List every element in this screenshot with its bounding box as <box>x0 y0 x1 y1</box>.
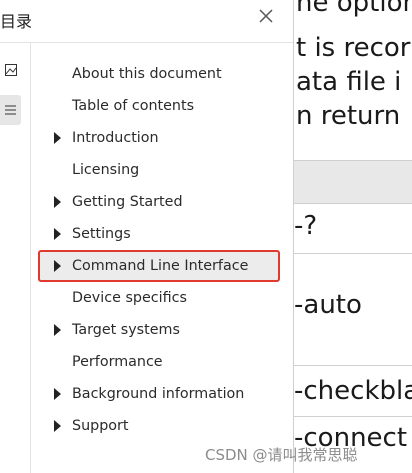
expand-arrow-icon[interactable] <box>54 228 61 240</box>
toc-panel: 目录 About this document Table of contents <box>0 0 294 473</box>
side-rail <box>0 43 31 473</box>
options-table: -? -auto -checkbla -connect <box>294 160 412 473</box>
document-view: he option t is recor ata file i n return… <box>294 0 412 473</box>
toc-item-support[interactable]: Support <box>38 410 280 442</box>
toc-item-target-systems[interactable]: Target systems <box>38 314 280 346</box>
table-row: -? <box>294 203 412 254</box>
table-row: -auto <box>294 254 412 366</box>
toc-item-table-of-contents[interactable]: Table of contents <box>38 90 280 122</box>
table-cell: -auto <box>294 290 362 320</box>
thumbnails-button[interactable] <box>0 55 21 85</box>
toc-item-label: About this document <box>72 66 222 82</box>
document-text-line: ata file i <box>296 67 402 97</box>
table-header <box>294 160 412 204</box>
toc-item-label: Target systems <box>72 322 180 338</box>
table-row: -checkbla <box>294 366 412 417</box>
toc-item-device-specifics[interactable]: Device specifics <box>38 282 280 314</box>
toc-item-command-line-interface[interactable]: Command Line Interface <box>38 250 280 282</box>
toc-list: About this document Table of contents In… <box>38 58 280 442</box>
expand-arrow-icon[interactable] <box>54 132 61 144</box>
toc-item-label: Table of contents <box>72 98 195 114</box>
toc-item-introduction[interactable]: Introduction <box>38 122 280 154</box>
expand-arrow-icon[interactable] <box>54 420 61 432</box>
toc-item-label: Performance <box>72 354 163 370</box>
expand-arrow-icon[interactable] <box>54 324 61 336</box>
toc-item-about[interactable]: About this document <box>38 58 280 90</box>
toc-item-label: Introduction <box>72 130 159 146</box>
outline-button[interactable] <box>0 95 21 125</box>
list-icon <box>5 105 16 115</box>
toc-item-label: Settings <box>72 226 131 242</box>
expand-arrow-icon[interactable] <box>54 260 61 272</box>
toc-panel-title: 目录 <box>0 12 33 31</box>
close-button[interactable] <box>254 4 278 28</box>
expand-arrow-icon[interactable] <box>54 196 61 208</box>
toc-item-background-information[interactable]: Background information <box>38 378 280 410</box>
watermark: CSDN @请叫我常思聪 <box>205 446 358 464</box>
toc-item-label: Licensing <box>72 162 140 178</box>
toc-item-label: Background information <box>72 386 245 402</box>
toc-item-label: Getting Started <box>72 194 183 210</box>
toc-item-label: Support <box>72 418 129 434</box>
expand-arrow-icon[interactable] <box>54 388 61 400</box>
toc-item-performance[interactable]: Performance <box>38 346 280 378</box>
document-text-line: t is recor <box>296 33 411 63</box>
toc-item-label: Command Line Interface <box>72 258 249 274</box>
toc-panel-header: 目录 <box>0 0 293 43</box>
toc-item-getting-started[interactable]: Getting Started <box>38 186 280 218</box>
document-text-line: n return <box>296 101 401 131</box>
table-cell: -? <box>294 211 318 241</box>
toc-item-licensing[interactable]: Licensing <box>38 154 280 186</box>
image-icon <box>4 64 17 76</box>
close-icon <box>259 9 273 23</box>
toc-item-settings[interactable]: Settings <box>38 218 280 250</box>
toc-item-label: Device specifics <box>72 290 187 306</box>
table-cell: -checkbla <box>294 376 412 406</box>
document-text-line: he option <box>296 0 412 18</box>
